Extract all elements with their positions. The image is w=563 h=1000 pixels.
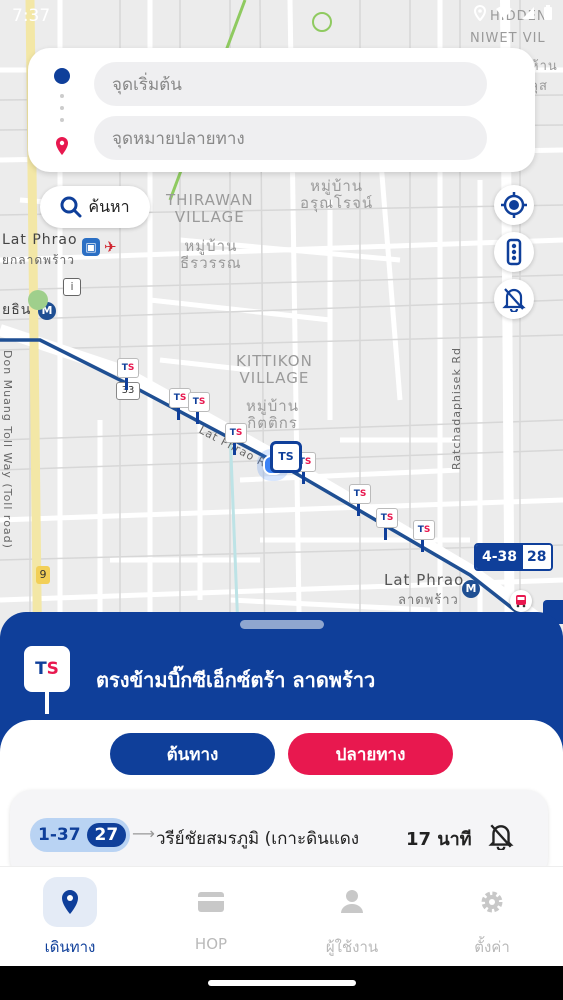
connector-dot xyxy=(60,118,64,122)
bell-off-icon xyxy=(502,288,526,312)
road-shield: 9 xyxy=(36,566,50,584)
gesture-bar xyxy=(0,966,563,1000)
signal-icon xyxy=(522,7,534,19)
my-location-button[interactable] xyxy=(494,185,534,225)
map-label: หมู่บ้าน อรุณโรจน์ xyxy=(300,177,374,212)
origin-input[interactable]: จุดเริ่มต้น xyxy=(94,62,487,106)
stop-pole xyxy=(45,692,49,714)
search-button-label: ค้นหา xyxy=(88,196,130,216)
info-icon[interactable]: i xyxy=(63,278,81,296)
location-pin-icon xyxy=(62,890,78,914)
wifi-icon xyxy=(496,6,512,19)
location-icon xyxy=(473,5,487,21)
person-icon xyxy=(341,890,363,913)
bus-stop-logo-icon: TS xyxy=(24,646,70,692)
map-label: Ratchadaphisek Rd xyxy=(450,347,463,470)
search-icon xyxy=(60,196,82,218)
nav-label: ผู้ใช้งาน xyxy=(325,938,379,956)
route-search-card: จุดเริ่มต้น จุดหมายปลายทาง xyxy=(28,48,535,172)
sheet-drag-handle[interactable] xyxy=(240,620,324,629)
status-icons xyxy=(473,5,553,21)
selected-bus-stop-marker[interactable]: TS xyxy=(270,441,302,473)
map-label: THIRAWAN VILLAGE xyxy=(166,191,254,226)
card-icon xyxy=(198,892,224,912)
route-number: 4-38 xyxy=(476,545,524,569)
route-bus-count: 27 xyxy=(86,823,127,847)
bus-stop-marker[interactable]: TS xyxy=(117,358,139,392)
bus-vehicle-icon[interactable] xyxy=(510,590,532,612)
destination-pin-icon xyxy=(56,137,68,155)
battery-icon xyxy=(544,5,552,20)
map-label: Lat Phrao xyxy=(2,232,78,248)
nav-item-settings[interactable]: ตั้งค่า xyxy=(422,867,562,967)
airport-link-icon[interactable]: ✈ xyxy=(104,238,117,256)
map-label: Lat Phrao xyxy=(384,571,465,589)
route-number: 1-37 xyxy=(38,825,81,845)
route-eta: 17 นาที xyxy=(406,829,472,850)
nav-item-travel[interactable]: เดินทาง xyxy=(0,867,140,967)
mrt-station-icon[interactable]: M xyxy=(462,580,480,598)
search-button[interactable]: ค้นหา xyxy=(40,186,150,228)
train-station-icon[interactable]: ▣ xyxy=(82,238,100,256)
destination-input[interactable]: จุดหมายปลายทาง xyxy=(94,116,487,160)
map-label: ยธิน xyxy=(2,302,32,318)
traffic-light-icon xyxy=(506,238,522,266)
home-indicator[interactable] xyxy=(208,980,356,986)
map-label: KITTIKON VILLAGE xyxy=(236,352,313,387)
bus-stop-marker[interactable]: TS xyxy=(413,520,435,554)
park-icon xyxy=(28,290,48,310)
route-destination: วรีย์ชัยสมรภูมิ (เกาะดินแดง xyxy=(156,829,360,849)
bottom-navigation: เดินทาง HOP ผู้ใช้งาน ตั้งค่า xyxy=(0,866,563,967)
route-bus-count: 28 xyxy=(523,545,551,569)
map-label: Don Muang Toll Way (Toll road) xyxy=(1,350,14,549)
connector-dot xyxy=(60,106,64,110)
notifications-off-button[interactable] xyxy=(494,279,534,319)
nav-label: ตั้งค่า xyxy=(474,938,510,956)
map-label: ลาดพร้าว xyxy=(398,593,459,608)
bus-stop-marker[interactable]: TS xyxy=(188,392,210,426)
status-bar: 7:37 xyxy=(0,0,563,34)
set-destination-button[interactable]: ปลายทาง xyxy=(288,733,453,775)
route-badge: 1-37 27 xyxy=(30,818,131,852)
bus-stop-marker[interactable]: TS xyxy=(169,388,191,422)
status-time: 7:37 xyxy=(12,6,51,26)
route-badge-map[interactable]: 4-38 28 xyxy=(474,543,553,571)
stop-name: ตรงข้ามบิ๊กซีเอ็กซ์ตร้า ลาดพร้าว xyxy=(96,668,376,692)
set-origin-button[interactable]: ต้นทาง xyxy=(110,733,275,775)
crosshair-icon xyxy=(501,192,527,218)
nav-label: HOP xyxy=(194,935,228,953)
nav-label: เดินทาง xyxy=(44,938,96,956)
gear-icon xyxy=(481,891,503,913)
bus-stop-marker[interactable]: TS xyxy=(225,423,247,457)
connector-dot xyxy=(60,94,64,98)
nav-item-user[interactable]: ผู้ใช้งาน xyxy=(282,867,422,967)
map-label: หมู่บ้าน กิตติกร xyxy=(246,397,299,432)
map-label: หมู่บ้าน ธีรวรรณ xyxy=(180,237,242,272)
nav-active-indicator xyxy=(43,877,97,927)
bus-stop-marker[interactable]: TS xyxy=(349,484,371,518)
bus-stop-marker[interactable]: TS xyxy=(376,508,398,542)
origin-dot-icon xyxy=(54,68,70,84)
bell-off-icon[interactable] xyxy=(488,822,514,850)
map-label: ยกลาดพร้าว xyxy=(2,253,76,267)
arrow-right-icon: ⟶ xyxy=(132,824,155,843)
nav-item-hop[interactable]: HOP xyxy=(141,867,281,967)
traffic-button[interactable] xyxy=(494,232,534,272)
